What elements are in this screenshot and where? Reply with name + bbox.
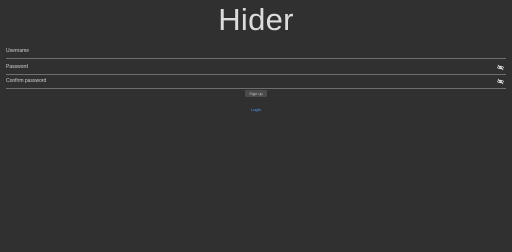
confirm-password-input[interactable] — [6, 76, 486, 87]
app-title: Hider — [218, 2, 294, 37]
confirm-password-field-container — [6, 76, 506, 89]
username-input[interactable] — [6, 46, 486, 57]
password-field-container — [6, 62, 506, 75]
signup-button[interactable]: Sign up — [245, 90, 267, 97]
eye-slash-icon[interactable] — [497, 78, 504, 85]
login-link[interactable]: Login — [0, 107, 512, 113]
password-input[interactable] — [6, 62, 486, 73]
eye-slash-icon[interactable] — [497, 64, 504, 71]
signup-page: Hider Sign up Login — [0, 0, 512, 252]
username-field-container — [6, 46, 506, 59]
